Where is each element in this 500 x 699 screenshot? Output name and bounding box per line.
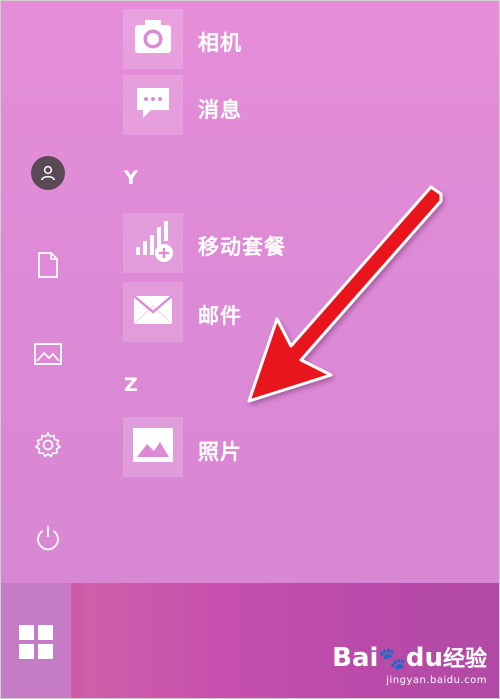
app-label-camera[interactable]: 相机: [198, 27, 242, 57]
windows-logo-icon: [19, 624, 53, 659]
watermark-url: jingyan.baidu.com: [386, 675, 487, 686]
section-letter-z[interactable]: Z: [124, 374, 138, 396]
power-icon[interactable]: [29, 519, 67, 557]
messaging-app-tile[interactable]: [123, 75, 183, 135]
mail-app-tile[interactable]: [123, 282, 183, 342]
app-label-photos[interactable]: 照片: [198, 436, 242, 466]
user-avatar-icon[interactable]: [31, 156, 65, 190]
watermark-logo: Bai🐾du经验: [332, 643, 487, 673]
section-letter-y[interactable]: Y: [124, 167, 138, 189]
baidu-jingyan-watermark: Bai🐾du经验 jingyan.baidu.com: [332, 641, 487, 686]
photos-icon: [130, 425, 176, 469]
mobile-plans-app-tile[interactable]: [123, 213, 183, 273]
pictures-icon[interactable]: [29, 335, 67, 373]
app-label-mobile-plans[interactable]: 移动套餐: [198, 231, 286, 261]
app-label-messaging[interactable]: 消息: [198, 94, 242, 124]
settings-gear-icon[interactable]: [29, 426, 67, 464]
start-button[interactable]: [1, 583, 71, 698]
photos-app-tile[interactable]: [123, 417, 183, 477]
documents-icon[interactable]: [29, 246, 67, 284]
app-label-mail[interactable]: 邮件: [198, 300, 242, 330]
camera-icon: [131, 17, 175, 61]
screenshot-frame: 相机 消息 Y 移动套餐 邮件 Z 照片 Bai🐾du经验 jingyan.ba…: [0, 0, 500, 699]
mobile-plans-icon: [130, 217, 176, 269]
start-menu: [1, 1, 499, 583]
messaging-icon: [133, 84, 173, 126]
camera-app-tile[interactable]: [123, 9, 183, 69]
mail-icon: [131, 292, 175, 332]
